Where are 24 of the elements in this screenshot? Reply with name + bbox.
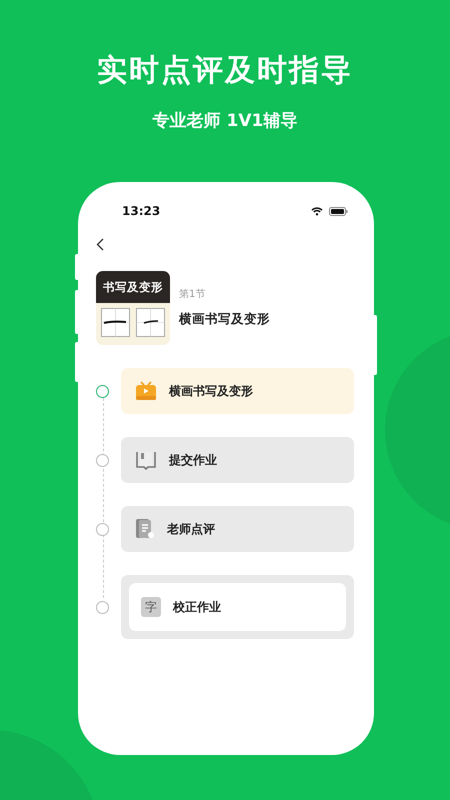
document-icon	[135, 518, 155, 540]
subheadline: 专业老师 1V1辅导	[152, 110, 298, 132]
step-label: 横画书写及变形	[169, 382, 253, 400]
step-label: 老师点评	[167, 520, 215, 538]
step-card[interactable]: 字 校正作业	[121, 575, 354, 639]
stroke-grid-drawing	[136, 308, 165, 337]
step-card[interactable]: 横画书写及变形	[121, 368, 354, 414]
back-icon	[96, 238, 104, 251]
book-icon	[135, 450, 157, 470]
stroke-grid-drawing	[101, 308, 130, 337]
lesson-title: 横画书写及变形	[179, 311, 270, 328]
step-label: 提交作业	[169, 452, 217, 468]
character-icon: 字	[141, 597, 161, 617]
battery-icon	[329, 206, 348, 216]
thumbnail-title: 书写及变形	[96, 271, 170, 303]
wifi-icon	[311, 206, 323, 216]
status-time: 13:23	[122, 204, 160, 218]
tv-icon	[135, 381, 157, 401]
step-card[interactable]: 老师点评	[121, 506, 354, 552]
section-label: 第1节	[179, 288, 206, 301]
step-card[interactable]: 提交作业	[121, 437, 354, 483]
back-button[interactable]	[96, 238, 104, 251]
step-label: 校正作业	[173, 598, 221, 616]
headline: 实时点评及时指导	[97, 52, 353, 90]
